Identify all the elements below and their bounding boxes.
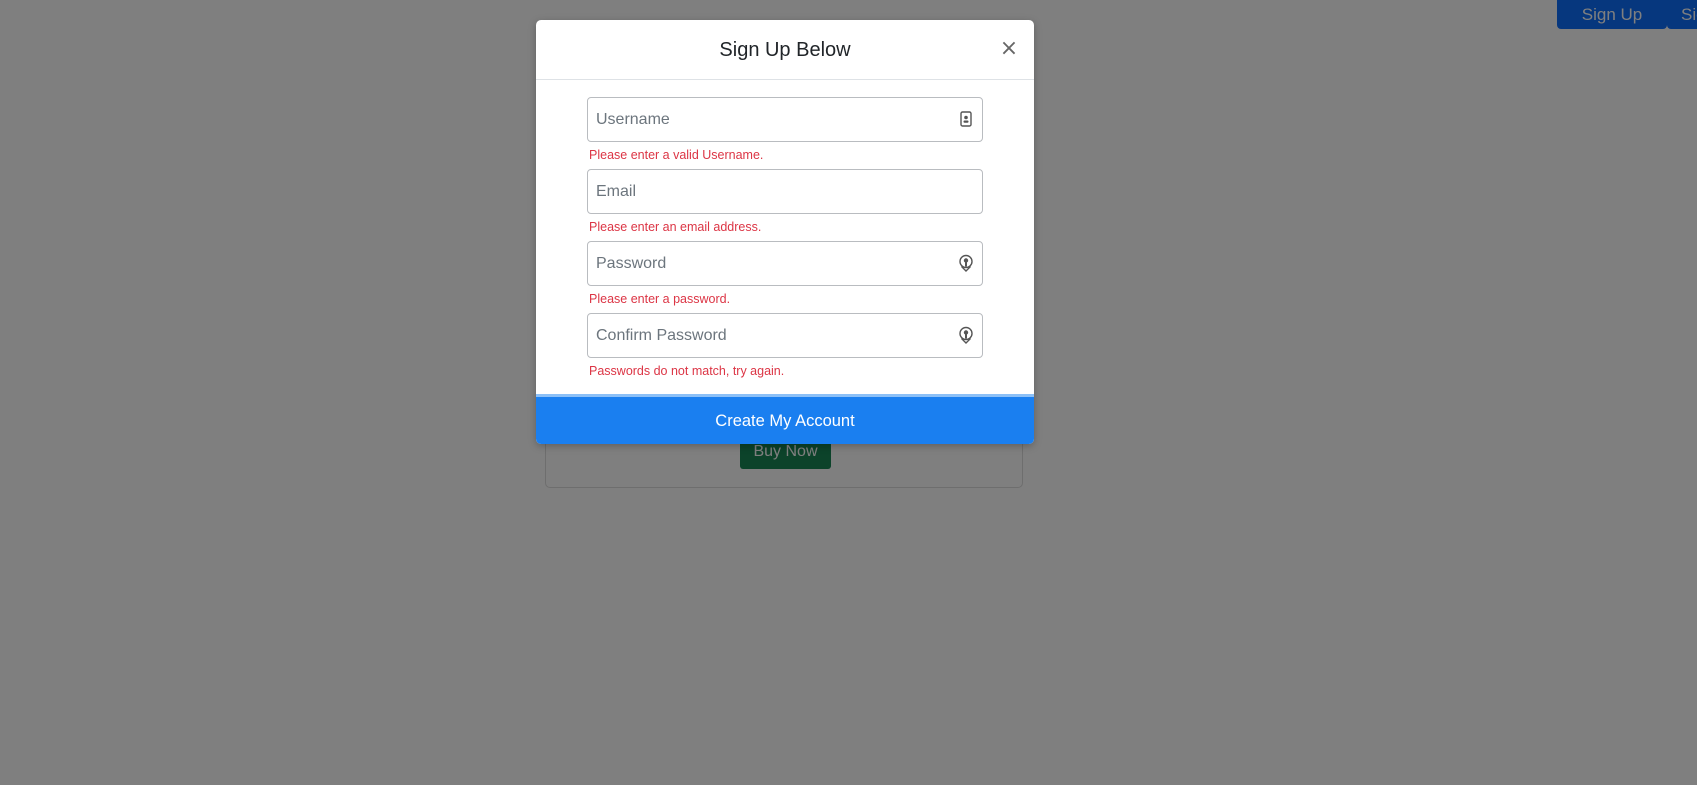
username-field-group: Please enter a valid Username. (587, 97, 983, 169)
page: Sign Up Sign In Buy Now Sign Up Below × (0, 0, 1697, 785)
key-icon (959, 254, 973, 272)
modal-header: Sign Up Below × (536, 20, 1034, 80)
confirm-password-input[interactable] (587, 313, 983, 358)
confirm-password-field-group: Passwords do not match, try again. (587, 313, 983, 385)
close-button[interactable]: × (998, 38, 1020, 60)
confirm-password-error: Passwords do not match, try again. (589, 364, 785, 378)
username-input[interactable] (587, 97, 983, 142)
key-icon (959, 326, 973, 344)
id-card-icon (960, 111, 972, 127)
email-error: Please enter an email address. (589, 220, 762, 234)
email-field-group: Please enter an email address. (587, 169, 983, 241)
create-account-button[interactable]: Create My Account (536, 394, 1034, 444)
password-input[interactable] (587, 241, 983, 286)
username-error: Please enter a valid Username. (589, 148, 764, 162)
modal-title: Sign Up Below (719, 39, 851, 61)
signup-form: Please enter a valid Username. Please en… (587, 97, 983, 385)
password-field-group: Please enter a password. (587, 241, 983, 313)
password-error: Please enter a password. (589, 292, 731, 306)
signup-modal: Sign Up Below × Please enter a valid Use… (536, 20, 1034, 444)
email-input[interactable] (587, 169, 983, 214)
